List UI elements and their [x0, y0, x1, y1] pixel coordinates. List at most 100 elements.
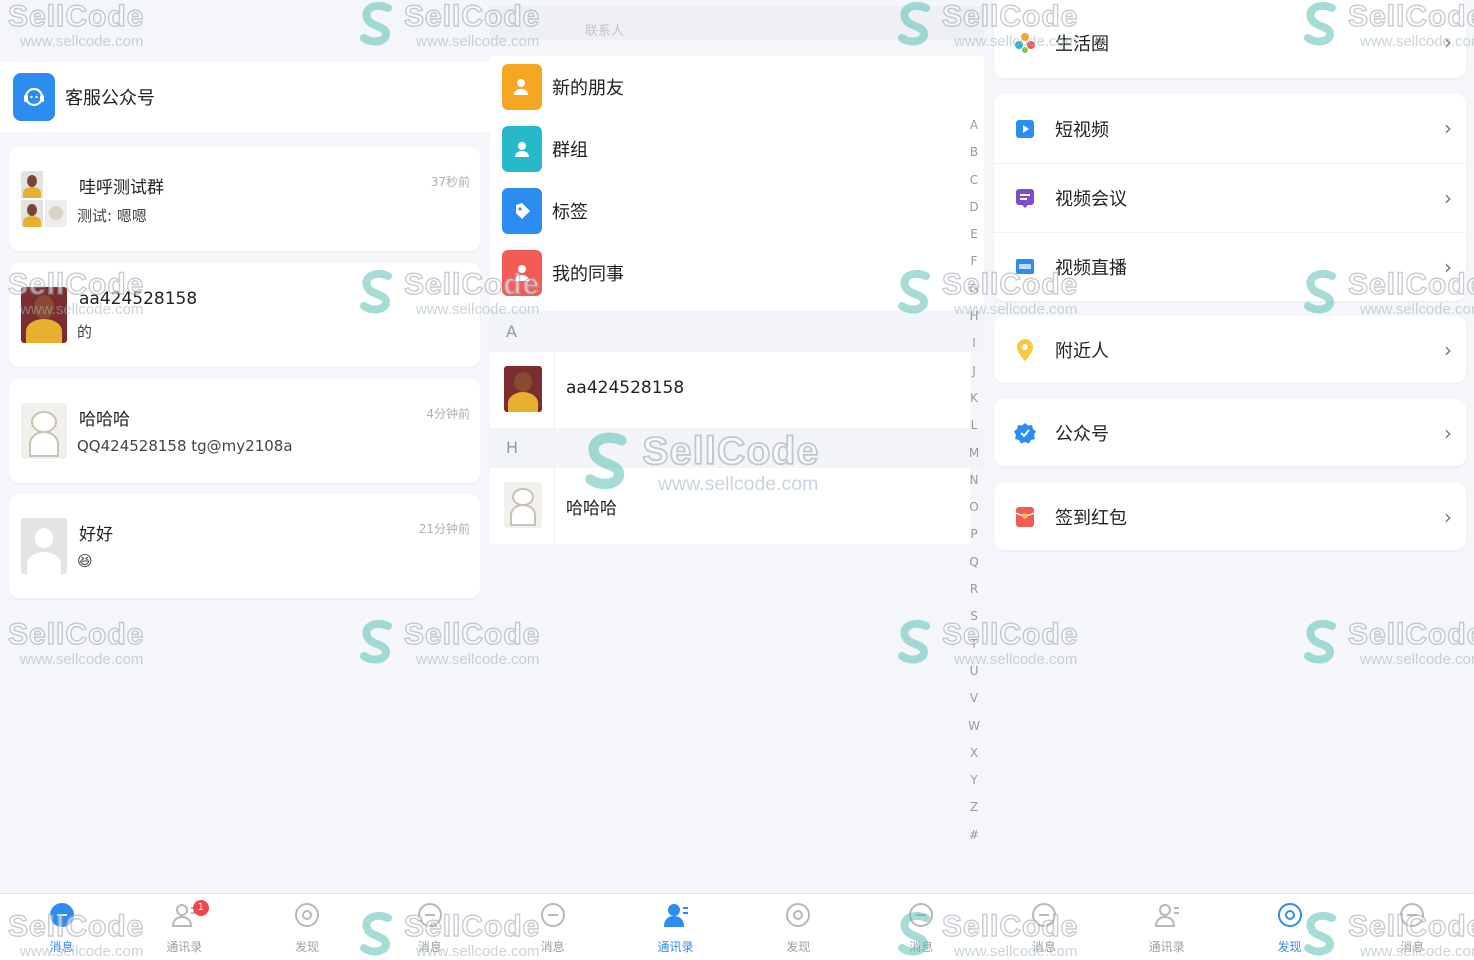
index-letter[interactable]: W [964, 713, 984, 740]
tab-6[interactable]: 发现 [737, 894, 860, 960]
index-letter[interactable]: S [964, 603, 984, 630]
index-letter[interactable]: H [964, 303, 984, 330]
index-letter[interactable]: O [964, 494, 984, 521]
index-letter[interactable]: V [964, 685, 984, 712]
index-letter[interactable]: M [964, 440, 984, 467]
groups-item[interactable]: 群组 [490, 118, 984, 180]
index-letter[interactable]: L [964, 412, 984, 439]
video-meeting-label: 视频会议 [1055, 189, 1127, 210]
checkin-item[interactable]: 签到红包 › [994, 483, 1466, 550]
live-item[interactable]: 视频直播 › [994, 232, 1466, 301]
nearby-label: 附近人 [1055, 340, 1109, 362]
new-friends-item[interactable]: 新的朋友 [490, 56, 984, 118]
tab-11[interactable]: 消息 [1351, 894, 1474, 960]
chat-bubble-icon [417, 902, 443, 928]
index-letter[interactable]: N [964, 467, 984, 494]
chat-bubble-icon [908, 902, 934, 928]
checkin-card: 签到红包 › [994, 483, 1466, 550]
contact-row[interactable]: 哈哈哈 [490, 468, 970, 544]
contact-avatar [504, 366, 542, 412]
chat-item[interactable]: aa424528158 的 [9, 263, 480, 367]
short-video-item[interactable]: 短视频 › [994, 94, 1466, 163]
tab-label: 消息 [909, 940, 934, 954]
index-letter[interactable]: P [964, 521, 984, 548]
index-letter[interactable]: Z [964, 794, 984, 821]
tab-label: 发现 [1277, 940, 1302, 954]
chevron-right-icon: › [1444, 116, 1452, 140]
section-header: H [490, 428, 984, 468]
tab-10[interactable]: 发现 [1228, 894, 1351, 960]
discover-panel: 生活圈 › 短视频 › 视频会议 › 视频直播 › 附近人 › 公众号 › 签到… [984, 0, 1474, 893]
group-icon [502, 126, 542, 172]
index-letter[interactable]: E [964, 221, 984, 248]
colleagues-item[interactable]: 我的同事 [490, 242, 984, 304]
contact-avatar [21, 287, 67, 343]
index-letter[interactable]: G [964, 276, 984, 303]
index-letter[interactable]: Y [964, 767, 984, 794]
moments-icon [1013, 31, 1037, 55]
tab-5[interactable]: 通讯录 [614, 894, 737, 960]
tab-label: 消息 [49, 940, 74, 954]
contact-row[interactable]: aa424528158 [490, 352, 970, 428]
compass-icon [1277, 902, 1303, 928]
tab-3[interactable]: 消息 [368, 894, 491, 960]
tags-item[interactable]: 标签 [490, 180, 984, 242]
nearby-item[interactable]: 附近人 › [994, 316, 1466, 383]
chevron-right-icon: › [1444, 186, 1452, 210]
menu-label: 新的朋友 [552, 78, 624, 99]
tab-label: 发现 [295, 940, 320, 954]
tab-label: 消息 [1400, 940, 1425, 954]
headset-icon [13, 73, 55, 121]
index-letter[interactable]: B [964, 139, 984, 166]
chat-time: 4分钟前 [426, 407, 470, 421]
index-letter[interactable]: D [964, 194, 984, 221]
tab-7[interactable]: 消息 [860, 894, 983, 960]
tab-4[interactable]: 消息 [491, 894, 614, 960]
chat-item[interactable]: 哈哈哈 QQ424528158 tg@my2108a 4分钟前 [9, 379, 480, 483]
index-letter[interactable]: I [964, 330, 984, 357]
contact-name: 哈哈哈 [566, 499, 617, 519]
contact-search-bar[interactable]: 联系人 [490, 6, 984, 40]
tab-0[interactable]: 消息 [0, 894, 123, 960]
menu-label: 群组 [552, 140, 588, 161]
section-header: A [490, 312, 984, 352]
compass-icon [785, 902, 811, 928]
chat-title: aa424528158 [79, 289, 198, 309]
index-letter[interactable]: F [964, 248, 984, 275]
user-add-icon [502, 64, 542, 110]
default-avatar [21, 518, 67, 574]
video-meeting-item[interactable]: 视频会议 › [994, 163, 1466, 232]
service-account-row[interactable]: 客服公众号 [0, 62, 490, 132]
tab-label: 通讯录 [1148, 940, 1185, 954]
contacts-icon [663, 902, 689, 928]
index-letter[interactable]: U [964, 658, 984, 685]
chevron-right-icon: › [1444, 338, 1452, 362]
tab-8[interactable]: 消息 [982, 894, 1105, 960]
index-letter[interactable]: K [964, 385, 984, 412]
tab-2[interactable]: 发现 [246, 894, 369, 960]
menu-label: 我的同事 [552, 264, 624, 285]
chat-item[interactable]: 哇呼测试群 测试: 嗯嗯 37秒前 [9, 147, 480, 251]
index-letter[interactable]: J [964, 358, 984, 385]
index-letter[interactable]: X [964, 740, 984, 767]
index-letter[interactable]: # [964, 822, 984, 849]
menu-label: 标签 [552, 202, 588, 223]
short-video-label: 短视频 [1055, 119, 1109, 141]
chat-item[interactable]: 好好 😆 21分钟前 [9, 494, 480, 598]
chat-title: 哇呼测试群 [79, 178, 164, 198]
unread-badge: 1 [192, 900, 209, 916]
video-card: 短视频 › 视频会议 › 视频直播 › [994, 94, 1466, 301]
index-letter[interactable]: R [964, 576, 984, 603]
tab-9[interactable]: 通讯录 [1105, 894, 1228, 960]
messages-panel: 客服公众号 哇呼测试群 测试: 嗯嗯 37秒前 aa424528158 的 哈哈… [0, 0, 490, 893]
index-letter[interactable]: T [964, 631, 984, 658]
index-letter[interactable]: C [964, 167, 984, 194]
official-accounts-item[interactable]: 公众号 › [994, 399, 1466, 466]
moments-item[interactable]: 生活圈 › [994, 0, 1466, 78]
tab-1[interactable]: 通讯录 1 [123, 894, 246, 960]
contacts-panel: 联系人 新的朋友 群组 标签 我的同事 A aa424528158 H 哈哈哈 … [490, 0, 984, 893]
tab-label: 消息 [540, 940, 565, 954]
index-letter[interactable]: A [964, 112, 984, 139]
index-letter[interactable]: Q [964, 549, 984, 576]
alphabet-index[interactable]: A B C D E F G H I J K L M N O P Q R S T U V W X Y Z # [964, 112, 984, 849]
